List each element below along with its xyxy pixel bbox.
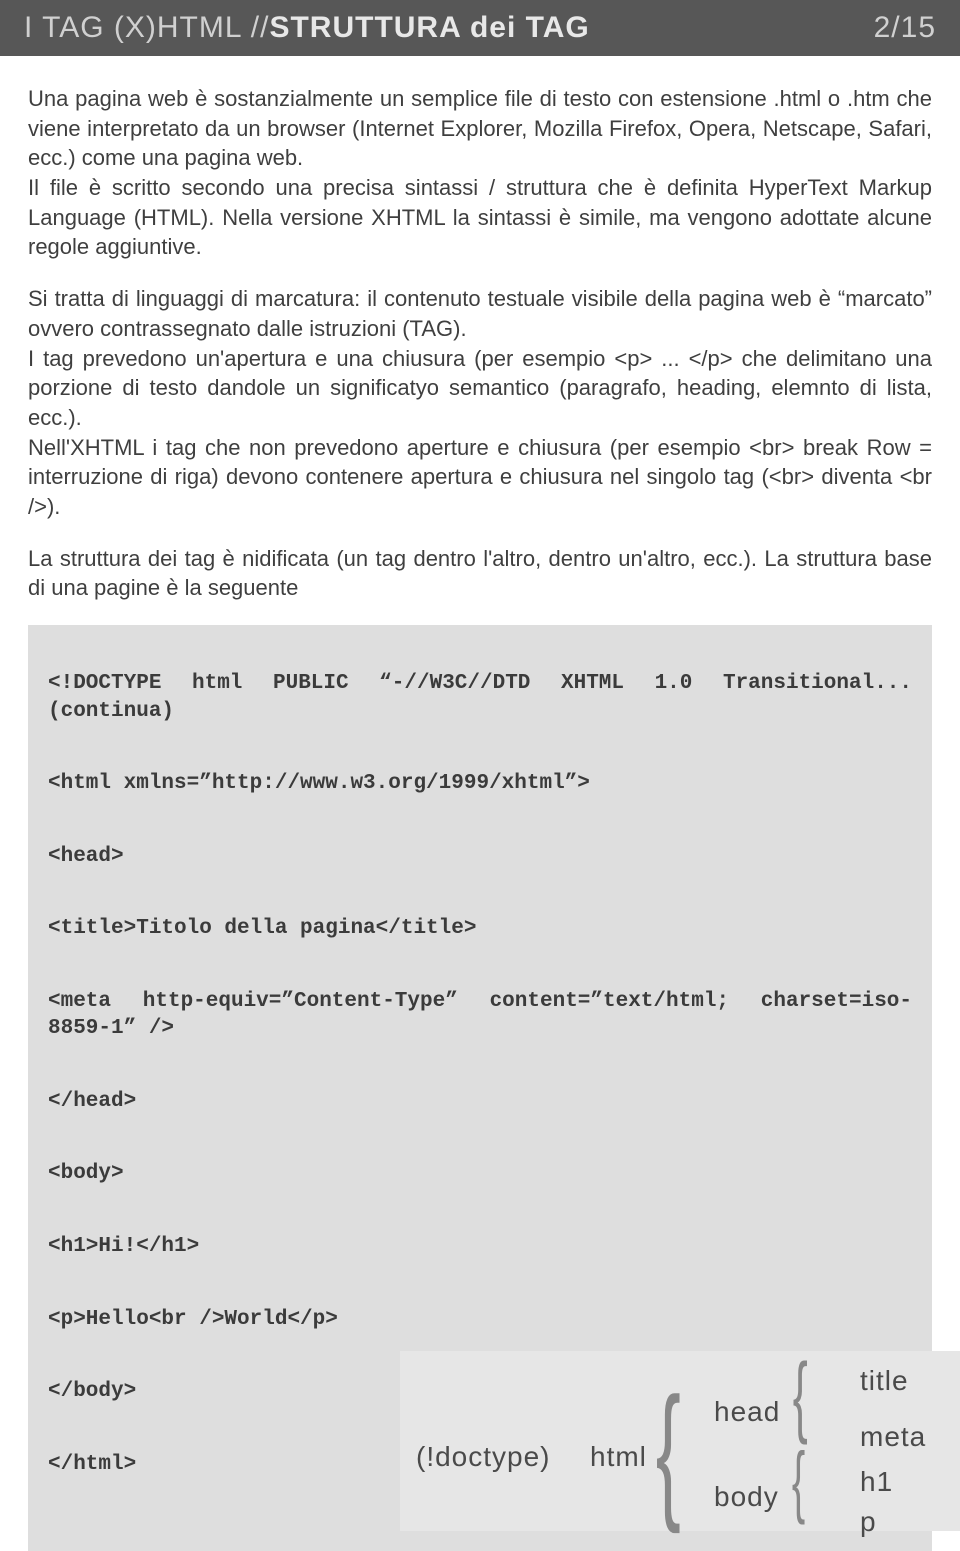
diagram-title: title [860,1365,909,1397]
header-prefix: I TAG (X)HTML // [24,11,269,45]
brace-icon: { [656,1375,682,1525]
diagram-h1: h1 [860,1466,893,1498]
header-title: STRUTTURA dei TAG [269,11,589,45]
page-header: I TAG (X)HTML // STRUTTURA dei TAG 2/15 [0,0,960,56]
code-line-6: </head> [48,1090,136,1113]
code-line-1: <!DOCTYPE html PUBLIC “-//W3C//DTD XHTML… [48,672,925,722]
body-content: Una pagina web è sostanzialmente un semp… [0,56,960,1551]
code-line-11: </html> [48,1453,136,1476]
code-line-10: </body> [48,1380,136,1403]
paragraph-6: La struttura dei tag è nidificata (un ta… [28,544,932,603]
diagram-doctype: (!doctype) [416,1441,551,1473]
code-line-8: <h1>Hi!</h1> [48,1235,199,1258]
diagram-meta: meta [860,1421,926,1453]
paragraph-1: Una pagina web è sostanzialmente un semp… [28,84,932,262]
diagram-html: html [590,1441,647,1473]
diagram-body: body [714,1481,779,1513]
page-number: 2/15 [874,11,936,45]
code-line-2: <html xmlns=”http://www.w3.org/1999/xhtm… [48,772,590,795]
code-line-7: <body> [48,1162,124,1185]
code-line-4: <title>Titolo della pagina</title> [48,917,476,940]
structure-diagram: (!doctype) html { head body { { title me… [400,1351,960,1531]
diagram-p: p [860,1506,877,1538]
brace-icon: { [792,1441,806,1521]
code-line-3: <head> [48,845,124,868]
code-line-9: <p>Hello<br />World</p> [48,1308,338,1331]
diagram-head: head [714,1396,780,1428]
brace-icon: { [793,1351,809,1441]
paragraph-3: Si tratta di linguaggi di marcatura: il … [28,284,932,522]
code-line-5: <meta http-equiv=”Content-Type” content=… [48,990,912,1040]
